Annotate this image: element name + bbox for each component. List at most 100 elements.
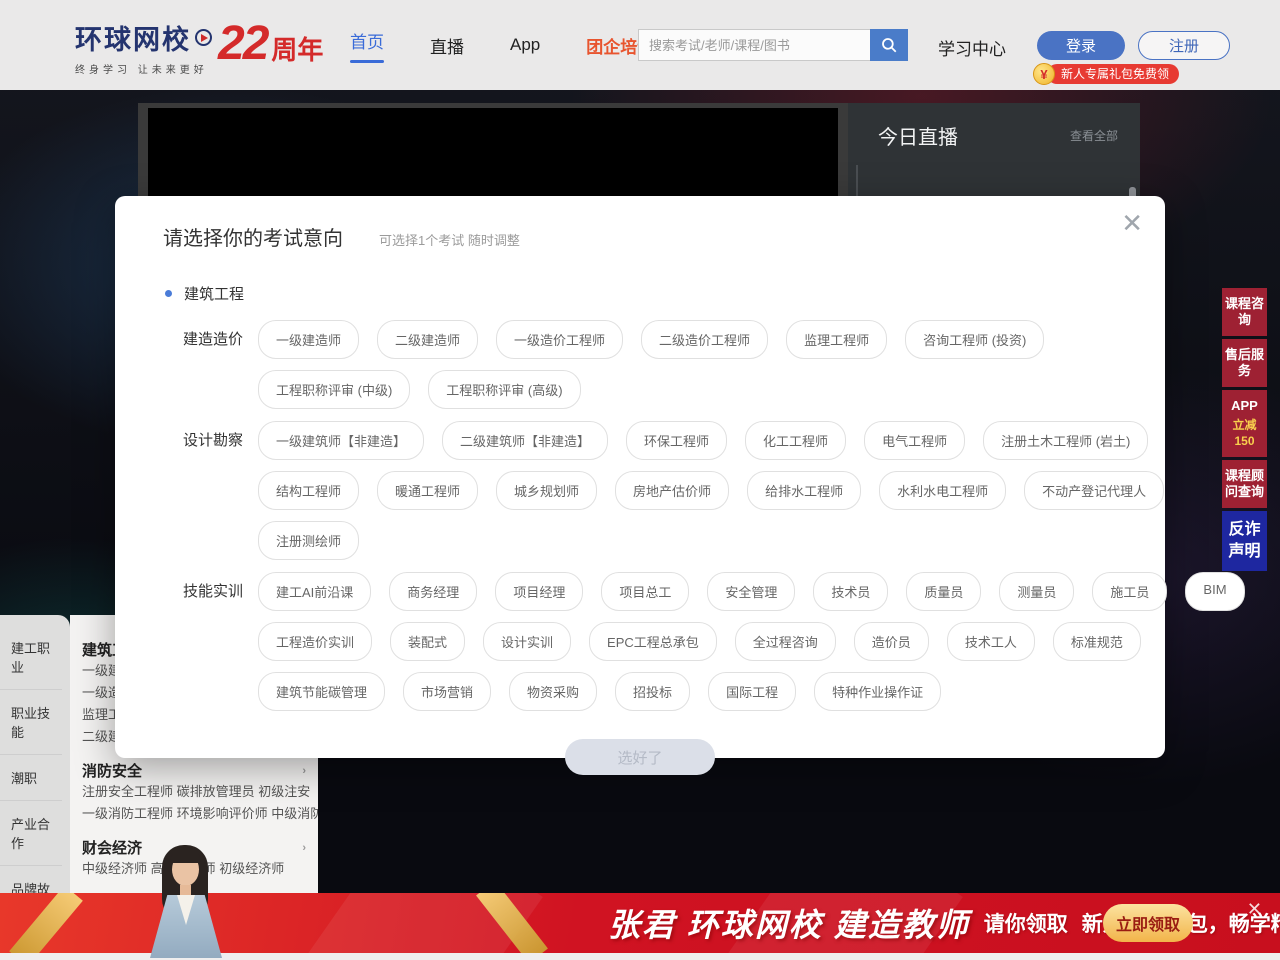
exam-tag[interactable]: 项目经理: [495, 572, 583, 611]
confirm-selection-button[interactable]: 选好了: [565, 739, 715, 775]
app-label: APP: [1231, 398, 1258, 413]
exam-intent-modal: ✕ 请选择你的考试意向 可选择1个考试 随时调整 建筑工程 建造造价 一级建造师…: [115, 196, 1165, 758]
exam-tag[interactable]: 给排水工程师: [747, 471, 861, 510]
close-icon[interactable]: ✕: [1121, 210, 1143, 236]
exam-tag[interactable]: 建筑节能碳管理: [258, 672, 385, 711]
register-button[interactable]: 注册: [1138, 31, 1230, 60]
anti-fraud-button[interactable]: 反诈声明: [1222, 511, 1267, 571]
exam-tag[interactable]: 质量员: [906, 572, 981, 611]
learning-center-link[interactable]: 学习中心: [938, 35, 1006, 60]
exam-tag[interactable]: BIM: [1185, 572, 1244, 611]
site-logo[interactable]: 环球网校 终身学习 让未来更好: [75, 18, 212, 76]
spokesperson-photo: [136, 843, 236, 958]
tag-row: 建筑节能碳管理 市场营销 物资采购 招投标 国际工程 特种作业操作证: [258, 672, 1245, 711]
anniversary-word: 周年: [271, 30, 323, 67]
sidebar-category-item[interactable]: 建工职业: [0, 625, 62, 690]
exam-tag[interactable]: 结构工程师: [258, 471, 359, 510]
advisor-lookup-button[interactable]: 课程顾问查询: [1222, 460, 1267, 508]
sidebar-category-item[interactable]: 职业技能: [0, 690, 62, 755]
flyout-section-fire-safety: 消防安全 › 注册安全工程师 碳排放管理员 初级注安 一级消防工程师 环境影响评…: [82, 760, 306, 825]
exam-tag[interactable]: 测量员: [999, 572, 1074, 611]
exam-tag[interactable]: 安全管理: [707, 572, 795, 611]
exam-tag[interactable]: 市场营销: [403, 672, 491, 711]
main-nav: 首页 直播 App 团企培训: [350, 0, 654, 90]
exam-tag[interactable]: 物资采购: [509, 672, 597, 711]
exam-tag[interactable]: 全过程咨询: [735, 622, 836, 661]
banner-close-icon[interactable]: ✕: [1247, 899, 1262, 920]
exam-tag[interactable]: 一级造价工程师: [496, 320, 623, 359]
exam-tag[interactable]: 水利水电工程师: [879, 471, 1006, 510]
view-all-link[interactable]: 查看全部: [1070, 127, 1118, 144]
tag-row: 一级建造师 二级建造师 一级造价工程师 二级造价工程师 监理工程师 咨询工程师 …: [258, 320, 1044, 359]
exam-tag[interactable]: 工程造价实训: [258, 622, 372, 661]
nav-home[interactable]: 首页: [350, 28, 384, 63]
tag-row: 工程职称评审 (中级) 工程职称评审 (高级): [258, 370, 1044, 409]
exam-tag[interactable]: 造价员: [854, 622, 929, 661]
top-header: 环球网校 终身学习 让未来更好 22 周年 首页 直播 App 团企培训 学习中…: [0, 0, 1280, 90]
exam-tag[interactable]: 房地产估价师: [615, 471, 729, 510]
newcomer-gift-badge[interactable]: ¥ 新人专属礼包免费领: [1033, 62, 1179, 86]
bullet-dot-icon: [165, 290, 172, 297]
nav-live[interactable]: 直播: [430, 33, 464, 58]
flyout-link-row[interactable]: 注册安全工程师 碳排放管理员 初级注安: [82, 781, 306, 803]
exam-tag[interactable]: 技术工人: [947, 622, 1035, 661]
exam-tag[interactable]: 标准规范: [1053, 622, 1141, 661]
modal-subtitle: 可选择1个考试 随时调整: [379, 230, 520, 249]
nav-app[interactable]: App: [510, 35, 540, 55]
search-bar: [638, 29, 908, 61]
claim-now-button[interactable]: 立即领取: [1103, 904, 1193, 942]
exam-tag[interactable]: 注册土木工程师 (岩土): [983, 421, 1148, 460]
exam-tag[interactable]: 装配式: [390, 622, 465, 661]
flyout-section-title[interactable]: 消防安全: [82, 760, 142, 781]
after-sales-button[interactable]: 售后服务: [1222, 339, 1267, 387]
search-button[interactable]: [870, 29, 908, 61]
exam-tag[interactable]: 监理工程师: [786, 320, 887, 359]
exam-tag[interactable]: 工程职称评审 (高级): [428, 370, 580, 409]
banner-lead: 请你领取: [984, 908, 1068, 938]
exam-tag[interactable]: 二级建筑师【非建造】: [442, 421, 608, 460]
flyout-link-row[interactable]: 一级消防工程师 环境影响评价师 中级消防员: [82, 803, 306, 825]
exam-tag[interactable]: 一级建筑师【非建造】: [258, 421, 424, 460]
exam-tag[interactable]: 一级建造师: [258, 320, 359, 359]
play-icon: [195, 29, 212, 46]
exam-tag[interactable]: 技术员: [813, 572, 888, 611]
exam-tag[interactable]: EPC工程总承包: [589, 622, 717, 661]
tag-group-label: 技能实训: [183, 572, 258, 711]
search-input[interactable]: [638, 29, 870, 61]
exam-tag[interactable]: 二级建造师: [377, 320, 478, 359]
exam-tag[interactable]: 工程职称评审 (中级): [258, 370, 410, 409]
exam-tag[interactable]: 咨询工程师 (投资): [905, 320, 1044, 359]
exam-tag[interactable]: 招投标: [615, 672, 690, 711]
app-download-button[interactable]: APP 立减150: [1222, 390, 1267, 457]
exam-tag[interactable]: 特种作业操作证: [814, 672, 941, 711]
exam-tag[interactable]: 注册测绘师: [258, 521, 359, 560]
exam-tag[interactable]: 建工AI前沿课: [258, 572, 371, 611]
exam-tag[interactable]: 项目总工: [601, 572, 689, 611]
newcomer-gift-label: 新人专属礼包免费领: [1047, 64, 1179, 84]
tag-row: 工程造价实训 装配式 设计实训 EPC工程总承包 全过程咨询 造价员 技术工: [258, 622, 1245, 661]
exam-tag[interactable]: 环保工程师: [626, 421, 727, 460]
anniversary-badge[interactable]: 22 周年: [218, 16, 323, 71]
exam-tag[interactable]: 城乡规划师: [496, 471, 597, 510]
exam-tag[interactable]: 不动产登记代理人: [1024, 471, 1164, 510]
flyout-section-title[interactable]: 财会经济: [82, 837, 142, 858]
exam-tag[interactable]: 施工员: [1092, 572, 1167, 611]
tag-row: 建工AI前沿课 商务经理 项目经理 项目总工 安全管理 技术员 质量员: [258, 572, 1245, 611]
course-consult-button[interactable]: 课程咨询: [1222, 288, 1267, 336]
tag-row: 注册测绘师: [258, 521, 1164, 560]
anniversary-number: 22: [218, 16, 267, 71]
exam-tag[interactable]: 国际工程: [708, 672, 796, 711]
login-button[interactable]: 登录: [1037, 31, 1125, 60]
exam-tag[interactable]: 电气工程师: [864, 421, 965, 460]
exam-tag[interactable]: 暖通工程师: [377, 471, 478, 510]
tag-group-label: 建造造价: [183, 320, 258, 409]
exam-tag[interactable]: 二级造价工程师: [641, 320, 768, 359]
tag-group-label: 设计勘察: [183, 421, 258, 560]
sidebar-category-item[interactable]: 潮职: [0, 755, 62, 801]
tag-row: 结构工程师 暖通工程师 城乡规划师 房地产估价师 给排水工程师 水利水电工程师: [258, 471, 1164, 510]
app-discount-label: 立减150: [1224, 417, 1265, 449]
exam-tag[interactable]: 设计实训: [483, 622, 571, 661]
sidebar-category-item[interactable]: 产业合作: [0, 801, 62, 866]
exam-tag[interactable]: 化工工程师: [745, 421, 846, 460]
exam-tag[interactable]: 商务经理: [389, 572, 477, 611]
